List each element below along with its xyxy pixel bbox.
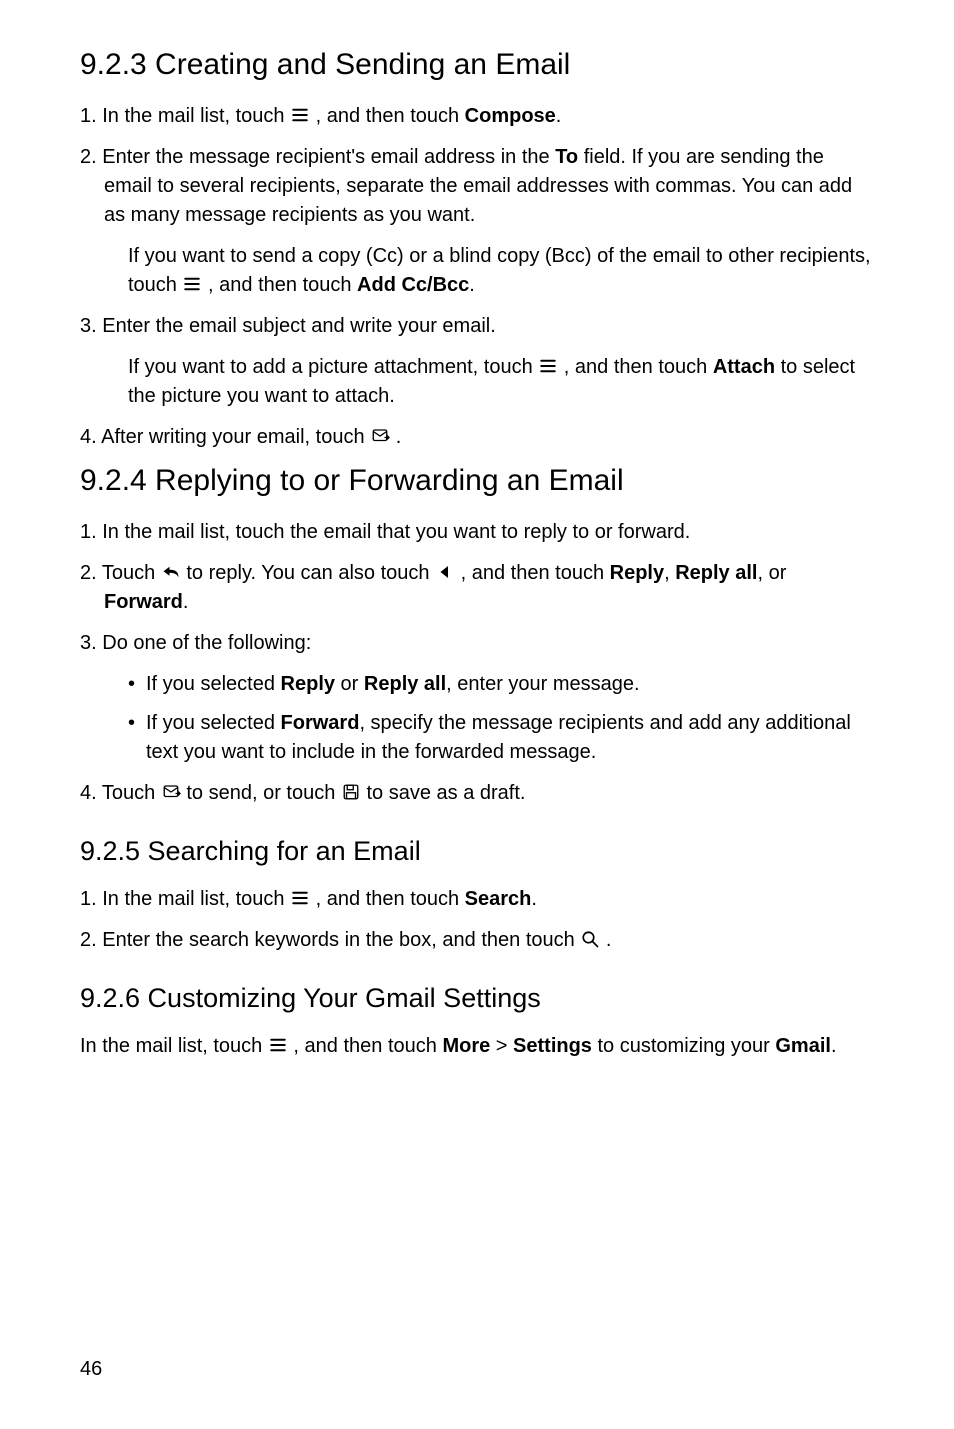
step-number: 3. (80, 315, 97, 337)
text-run: In the mail list, touch (80, 1035, 268, 1057)
ordered-step: 1. In the mail list, touch , and then to… (80, 885, 874, 914)
bold-text: Reply all (364, 673, 446, 695)
ordered-step: 2. Enter the message recipient's email a… (80, 143, 874, 230)
text-run: Touch (97, 562, 161, 584)
text-run: . (183, 591, 189, 613)
bold-text: Forward (104, 591, 183, 613)
bold-text: Search (465, 888, 532, 910)
text-run: , and then touch (558, 356, 713, 378)
text-run: In the mail list, touch the email that y… (97, 521, 691, 543)
bullet-item: If you selected Forward, specify the mes… (128, 709, 874, 767)
bold-text: Compose (465, 105, 556, 127)
text-run: , and then touch (310, 105, 465, 127)
step-number: 1. (80, 888, 97, 910)
send-icon (370, 427, 390, 445)
ordered-step: 2. Enter the search keywords in the box,… (80, 926, 874, 955)
ordered-step: 1. In the mail list, touch the email tha… (80, 518, 874, 547)
text-run: Enter the email subject and write your e… (97, 315, 496, 337)
step-number: 4. (80, 782, 97, 804)
text-run: In the mail list, touch (97, 888, 290, 910)
step-number: 4. (80, 426, 97, 448)
menu-icon (538, 357, 558, 375)
text-run: , (664, 562, 675, 584)
text-run: to reply. You can also touch (181, 562, 435, 584)
search-icon (580, 930, 600, 948)
text-run: Touch (97, 782, 161, 804)
menu-icon (290, 106, 310, 124)
step-number: 3. (80, 632, 97, 654)
page-number: 46 (80, 1358, 102, 1381)
text-run: Do one of the following: (97, 632, 312, 654)
send-icon (161, 783, 181, 801)
bold-text: More (442, 1035, 490, 1057)
step-number: 2. (80, 146, 97, 168)
text-run: . (469, 274, 475, 296)
body-paragraph: In the mail list, touch , and then touch… (80, 1032, 874, 1061)
ordered-step: 4. Touch to send, or touch to save as a … (80, 779, 874, 808)
ordered-step: 1. In the mail list, touch , and then to… (80, 102, 874, 131)
step-number: 1. (80, 105, 97, 127)
text-run: or (335, 673, 364, 695)
ordered-step: 3. Do one of the following: (80, 629, 874, 658)
text-run: , and then touch (288, 1035, 443, 1057)
section-heading: 9.2.3 Creating and Sending an Email (80, 48, 874, 82)
text-run: . (556, 105, 562, 127)
bold-text: Reply all (675, 562, 757, 584)
save-draft-icon (341, 783, 361, 801)
text-run: . (531, 888, 537, 910)
text-run: . (390, 426, 401, 448)
text-run: , and then touch (202, 274, 357, 296)
text-run: . (600, 929, 611, 951)
text-run: Enter the message recipient's email addr… (97, 146, 556, 168)
section-heading: 9.2.5 Searching for an Email (80, 836, 874, 867)
text-run: to send, or touch (181, 782, 341, 804)
section-heading: 9.2.4 Replying to or Forwarding an Email (80, 464, 874, 498)
ordered-step: 3. Enter the email subject and write you… (80, 312, 874, 341)
text-run: If you selected (146, 712, 281, 734)
ordered-step: 2. Touch to reply. You can also touch , … (80, 559, 874, 617)
step-number: 1. (80, 521, 97, 543)
step-number: 2. (80, 929, 97, 951)
left-arrow-icon (435, 563, 455, 581)
bold-text: Attach (713, 356, 775, 378)
text-run: After writing your email, touch (97, 426, 370, 448)
bold-text: Settings (513, 1035, 592, 1057)
bold-text: Add Cc/Bcc (357, 274, 469, 296)
text-run: > (490, 1035, 513, 1057)
bold-text: Gmail (775, 1035, 831, 1057)
document-page: 9.2.3 Creating and Sending an Email 1. In… (0, 0, 954, 1429)
bold-text: Reply (281, 673, 335, 695)
ordered-step: 4. After writing your email, touch . (80, 423, 874, 452)
bold-text: To (555, 146, 578, 168)
text-run: In the mail list, touch (97, 105, 290, 127)
text-run: Enter the search keywords in the box, an… (97, 929, 581, 951)
bold-text: Reply (610, 562, 664, 584)
text-run: If you want to add a picture attachment,… (128, 356, 538, 378)
menu-icon (290, 889, 310, 907)
text-run: . (831, 1035, 837, 1057)
section-heading: 9.2.6 Customizing Your Gmail Settings (80, 983, 874, 1014)
step-number: 2. (80, 562, 97, 584)
text-run: , and then touch (455, 562, 610, 584)
text-run: to save as a draft. (361, 782, 526, 804)
text-run: , or (757, 562, 786, 584)
reply-icon (161, 563, 181, 581)
text-run: , enter your message. (446, 673, 639, 695)
indented-note: If you want to add a picture attachment,… (80, 353, 874, 411)
indented-note: If you want to send a copy (Cc) or a bli… (80, 242, 874, 300)
bold-text: Forward (281, 712, 360, 734)
menu-icon (182, 275, 202, 293)
bullet-item: If you selected Reply or Reply all, ente… (128, 670, 874, 699)
text-run: to customizing your (592, 1035, 775, 1057)
text-run: , and then touch (310, 888, 465, 910)
menu-icon (268, 1036, 288, 1054)
text-run: If you selected (146, 673, 281, 695)
bullet-list: If you selected Reply or Reply all, ente… (80, 670, 874, 767)
